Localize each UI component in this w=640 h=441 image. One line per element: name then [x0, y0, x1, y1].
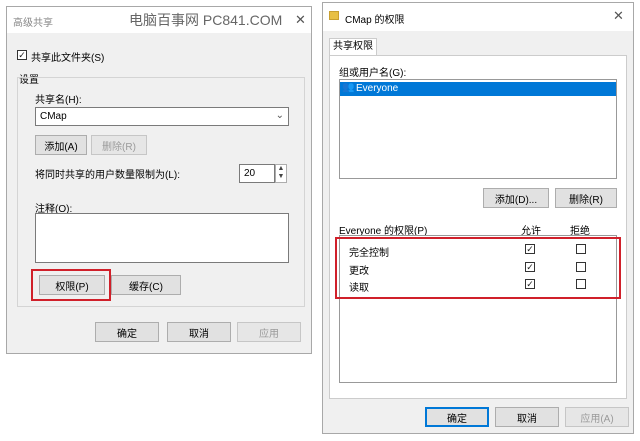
group-or-user-label: 组或用户名(G): — [339, 68, 407, 79]
share-name-value: CMap — [40, 111, 67, 122]
chevron-down-icon: ⌄ — [275, 110, 284, 121]
share-name-label: 共享名(H): — [35, 95, 82, 106]
users-icon: 👥 — [342, 82, 355, 93]
user-limit-value: 20 — [244, 168, 256, 179]
advanced-sharing-dialog: 高级共享 电脑百事网 PC841.COM ✕ ✓ 共享此文件夹(S) 设置 共享… — [6, 6, 312, 354]
share-folder-checkbox[interactable]: ✓ — [17, 50, 27, 60]
title-bar: 高级共享 电脑百事网 PC841.COM ✕ — [7, 7, 311, 33]
annotation-highlight-permissions — [335, 237, 621, 299]
users-listbox[interactable]: 👥 Everyone — [339, 79, 617, 179]
tab-share-permissions[interactable]: 共享权限 — [329, 38, 377, 56]
annotation-highlight-permissions — [31, 269, 111, 301]
tab-label: 共享权限 — [333, 41, 373, 52]
close-icon[interactable]: ✕ — [613, 8, 624, 24]
apply-button[interactable]: 应用(A) — [565, 407, 629, 427]
ok-button[interactable]: 确定 — [425, 407, 489, 427]
remove-share-button[interactable]: 删除(R) — [91, 135, 147, 155]
user-limit-input[interactable]: 20 — [239, 164, 275, 183]
cache-button[interactable]: 缓存(C) — [111, 275, 181, 295]
window-title: 高级共享 — [13, 18, 53, 29]
permissions-dialog: CMap 的权限 ✕ 共享权限 组或用户名(G): 👥 Everyone 添加(… — [322, 2, 634, 434]
cancel-button[interactable]: 取消 — [495, 407, 559, 427]
cancel-button[interactable]: 取消 — [167, 322, 231, 342]
title-bar: CMap 的权限 ✕ — [323, 3, 633, 31]
folder-icon — [329, 11, 339, 20]
apply-button[interactable]: 应用 — [237, 322, 301, 342]
watermark-text: 电脑百事网 PC841.COM — [129, 12, 283, 28]
share-folder-label: 共享此文件夹(S) — [31, 53, 105, 64]
user-limit-spinner[interactable]: ▲ ▼ — [275, 164, 287, 183]
user-name-everyone: Everyone — [356, 83, 399, 94]
remove-user-button[interactable]: 删除(R) — [555, 188, 617, 208]
add-share-button[interactable]: 添加(A) — [35, 135, 87, 155]
comment-textarea[interactable] — [35, 213, 289, 263]
user-limit-label: 将同时共享的用户数量限制为(L): — [35, 170, 180, 181]
share-name-dropdown[interactable]: CMap ⌄ — [35, 107, 289, 126]
add-user-button[interactable]: 添加(D)... — [483, 188, 549, 208]
window-title: CMap 的权限 — [345, 15, 405, 26]
ok-button[interactable]: 确定 — [95, 322, 159, 342]
close-icon[interactable]: ✕ — [295, 12, 306, 28]
